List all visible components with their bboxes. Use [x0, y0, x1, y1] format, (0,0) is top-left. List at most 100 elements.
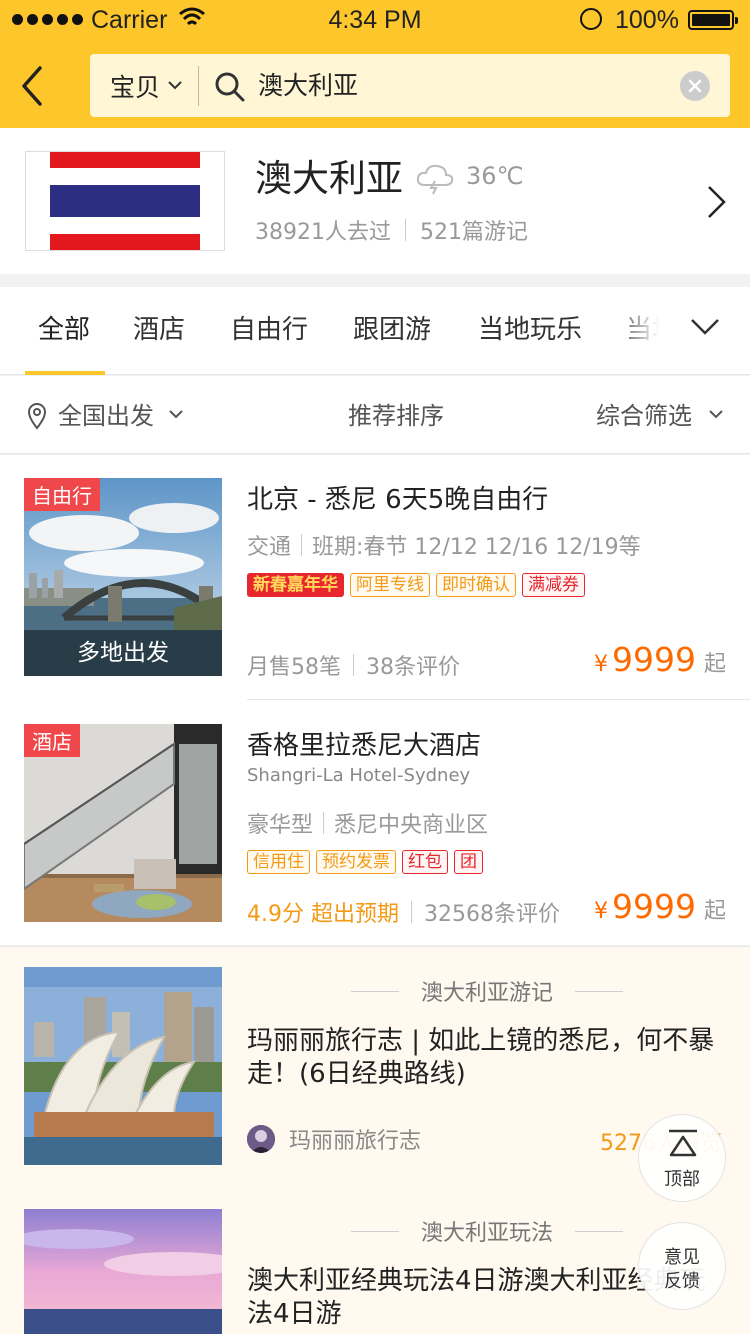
section-title: 澳大利亚游记	[420, 981, 553, 1006]
rotation-lock-icon	[580, 8, 602, 30]
price: ¥ 9999 起	[594, 640, 726, 679]
location-pin-icon	[27, 403, 47, 430]
chevron-right-icon[interactable]	[706, 184, 728, 220]
price-currency: ¥	[594, 652, 608, 677]
product-subtitle: Shangri-La Hotel-Sydney	[247, 765, 471, 786]
thunderstorm-cloud-icon	[416, 164, 454, 195]
destination-name: 澳大利亚	[255, 157, 403, 200]
content-section: 澳大利亚游记 玛丽丽旅行志 | 如此上镜的悉尼，何不暴走！(6日经典路线) 玛丽…	[0, 946, 750, 1334]
category-tag: 自由行	[24, 478, 100, 511]
chevron-down-icon[interactable]	[690, 317, 720, 337]
badge-row: 信用住 预约发票 红包 团	[247, 850, 483, 874]
meta-divider	[301, 534, 303, 556]
badge: 满减券	[522, 573, 585, 597]
tab-free-travel[interactable]: 自由行	[230, 309, 308, 346]
product-card[interactable]: 自由行 多地出发 北京 - 悉尼 6天5晚自由行 交通 班期:春节 12/12 …	[0, 455, 750, 701]
footer-divider	[353, 654, 354, 676]
tabs-fade-overlay	[610, 287, 750, 374]
search-scope-select[interactable]: 宝贝	[110, 68, 160, 104]
feedback-label-line1: 意见	[664, 1247, 700, 1268]
sort-filter[interactable]: 推荐排序	[348, 396, 444, 431]
product-image: 自由行 多地出发	[24, 478, 222, 676]
product-meta: 交通 班期:春节 12/12 12/16 12/19等	[247, 529, 641, 561]
article-image	[24, 1209, 222, 1334]
meta-hotel-class: 豪华型	[247, 813, 314, 838]
product-list: 自由行 多地出发 北京 - 悉尼 6天5晚自由行 交通 班期:春节 12/12 …	[0, 455, 750, 945]
badge: 信用住	[247, 850, 310, 874]
chevron-down-icon[interactable]	[169, 410, 183, 419]
back-icon[interactable]	[18, 64, 48, 108]
tab-hotel[interactable]: 酒店	[133, 309, 185, 346]
header-line	[350, 1230, 399, 1232]
badge: 预约发票	[316, 850, 396, 874]
combined-filter[interactable]: 综合筛选	[596, 396, 692, 431]
meta-divider	[323, 812, 325, 834]
arrow-up-icon	[669, 1129, 697, 1157]
category-tag: 酒店	[24, 724, 80, 757]
tab-all[interactable]: 全部	[38, 309, 90, 346]
category-tabs: 全部 酒店 自由行 跟团游 当地玩乐 当地	[0, 287, 750, 375]
search-bar[interactable]: 宝贝 澳大利亚	[90, 54, 730, 117]
price-value: 9999	[612, 887, 696, 926]
visited-count: 38921人去过	[255, 220, 391, 245]
search-input[interactable]: 澳大利亚	[258, 66, 358, 102]
meta-transport: 交通	[247, 535, 292, 560]
notes-count: 521篇游记	[420, 220, 528, 245]
back-to-top-label: 顶部	[664, 1169, 700, 1190]
section-title: 澳大利亚玩法	[420, 1221, 553, 1246]
author-row: 玛丽丽旅行志	[247, 1123, 421, 1155]
meta-schedule: 班期:春节 12/12 12/16 12/19等	[312, 535, 641, 560]
badge: 新春嘉年华	[247, 573, 344, 597]
review-count: 38条评价	[366, 655, 460, 680]
badge: 阿里专线	[350, 573, 430, 597]
search-icon	[215, 72, 245, 102]
feedback-button[interactable]: 意见 反馈	[638, 1222, 726, 1310]
temperature: 36℃	[466, 162, 524, 190]
active-tab-indicator	[25, 371, 105, 375]
country-flag-image	[25, 151, 225, 251]
product-card[interactable]: 酒店 香格里拉悉尼大酒店 Shangri-La Hotel-Sydney 豪华型…	[0, 701, 750, 947]
header-line	[575, 990, 623, 992]
product-title: 北京 - 悉尼 6天5晚自由行	[247, 485, 549, 515]
stats-divider	[405, 219, 406, 241]
badge: 即时确认	[436, 573, 516, 597]
chevron-down-icon[interactable]	[168, 80, 182, 90]
section-header: 澳大利亚游记	[247, 975, 727, 1007]
price: ¥ 9999 起	[594, 887, 726, 926]
battery-percent: 100%	[615, 6, 679, 34]
back-to-top-button[interactable]: 顶部	[638, 1114, 726, 1202]
tab-local-fun[interactable]: 当地玩乐	[478, 309, 582, 346]
filter-bar: 全国出发 推荐排序 综合筛选	[0, 376, 750, 454]
product-title: 香格里拉悉尼大酒店	[247, 731, 482, 761]
article-title: 玛丽丽旅行志 | 如此上镜的悉尼，何不暴走！(6日经典路线)	[247, 1026, 715, 1089]
status-bar: Carrier 4:34 PM 100%	[0, 0, 750, 40]
product-footer: 4.9分 超出预期 32568条评价	[247, 896, 560, 928]
header-line	[350, 990, 399, 992]
price-value: 9999	[612, 640, 696, 679]
price-suffix: 起	[703, 899, 726, 924]
article-image	[24, 967, 222, 1165]
search-divider	[198, 66, 199, 106]
destination-header[interactable]: 澳大利亚 36℃ 38921人去过 521篇游记	[0, 128, 750, 274]
departure-filter[interactable]: 全国出发	[58, 396, 154, 431]
review-count: 32568条评价	[423, 902, 560, 927]
badge: 团	[454, 850, 483, 874]
rating: 4.9分 超出预期	[247, 902, 399, 927]
author-name: 玛丽丽旅行志	[289, 1129, 422, 1154]
meta-district: 悉尼中央商业区	[334, 813, 489, 838]
chevron-down-icon[interactable]	[709, 410, 723, 419]
avatar	[247, 1125, 275, 1153]
battery-icon	[688, 10, 738, 30]
price-currency: ¥	[594, 899, 608, 924]
clear-icon[interactable]	[680, 71, 710, 101]
product-meta: 豪华型 悉尼中央商业区	[247, 807, 488, 839]
footer-divider	[410, 901, 412, 923]
badge-row: 新春嘉年华 阿里专线 即时确认 满减券	[247, 573, 585, 597]
price-suffix: 起	[703, 652, 726, 677]
tab-group-tour[interactable]: 跟团游	[353, 309, 431, 346]
sales-count: 月售58笔	[247, 655, 341, 680]
header-line	[575, 1230, 623, 1232]
product-image: 酒店	[24, 724, 222, 922]
card-divider	[247, 699, 750, 700]
feedback-label-line2: 反馈	[664, 1271, 700, 1292]
